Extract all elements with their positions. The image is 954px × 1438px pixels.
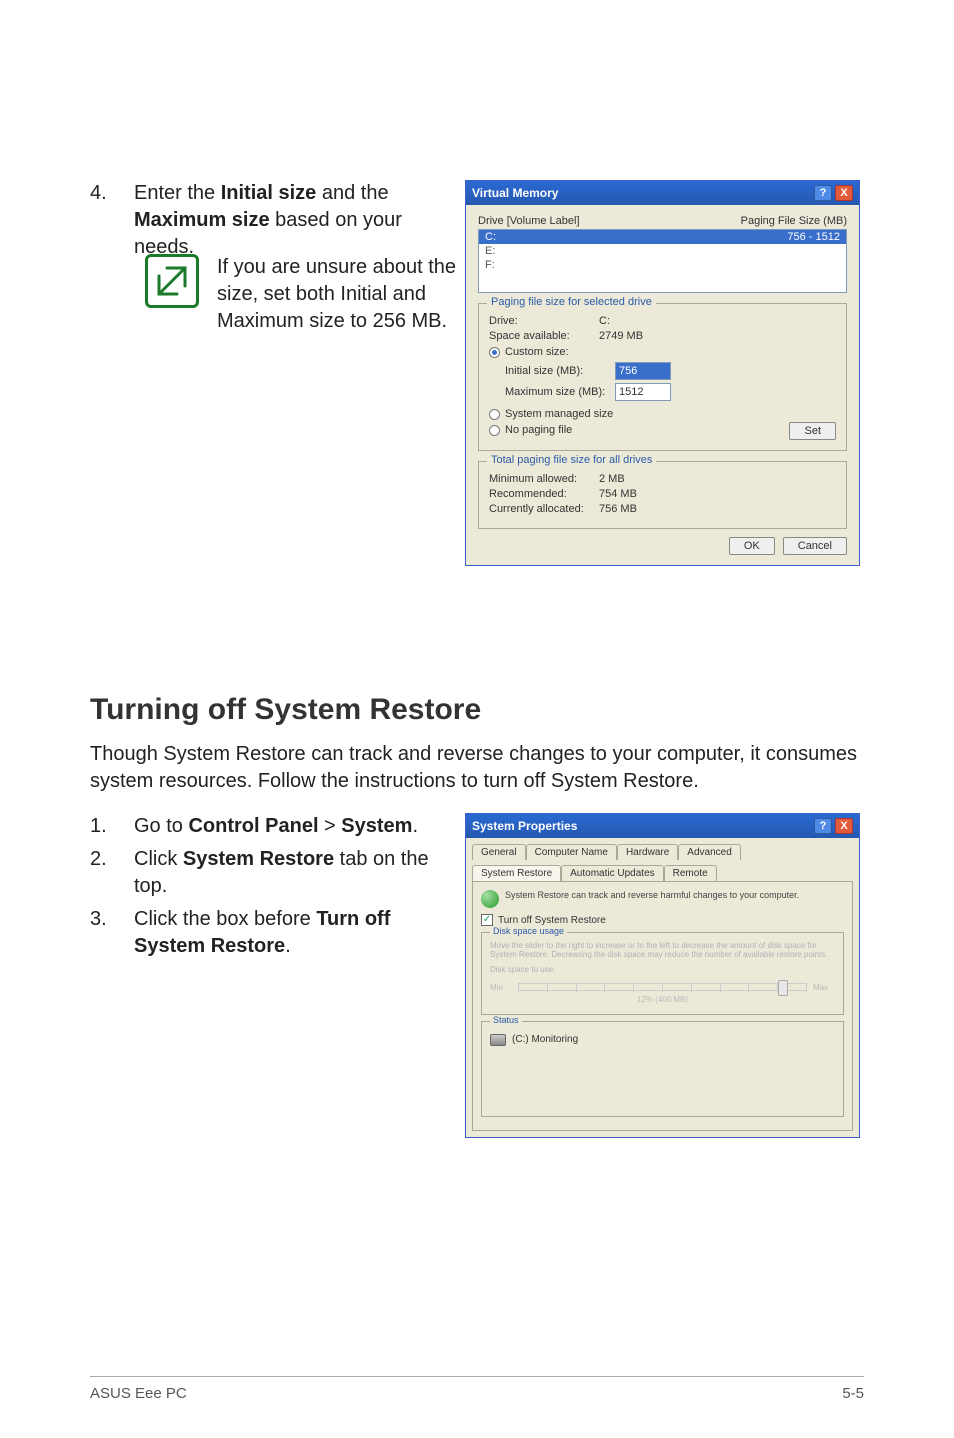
group-disk-space: Disk space usage Move the slider to the … (481, 932, 844, 1015)
tab-row-1: General Computer Name Hardware Advanced (472, 844, 853, 860)
tab-computer-name[interactable]: Computer Name (526, 844, 617, 860)
close-icon[interactable]: X (835, 818, 853, 834)
cur-label: Currently allocated: (489, 503, 599, 515)
maximum-size-input[interactable]: 1512 (615, 383, 671, 401)
radio-no-paging[interactable]: No paging file (489, 424, 613, 436)
section-heading: Turning off System Restore (90, 693, 864, 727)
vm-title: Virtual Memory (472, 186, 558, 200)
min-label: Minimum allowed: (489, 473, 599, 485)
group-total: Total paging file size for all drives Mi… (478, 461, 847, 529)
slider-knob[interactable] (778, 980, 788, 996)
drive-row-f[interactable]: F: (479, 258, 846, 272)
sp-title: System Properties (472, 819, 577, 833)
slider-max: Max (813, 983, 835, 992)
drive-value: C: (599, 315, 610, 327)
footer-right: 5-5 (842, 1385, 864, 1402)
drive-row-c[interactable]: C:756 - 1512 (479, 230, 846, 244)
group-selected-drive: Paging file size for selected drive Driv… (478, 303, 847, 451)
drive-label: Drive: (489, 315, 599, 327)
turn-off-restore-checkbox[interactable]: Turn off System Restore (481, 914, 844, 926)
slider-min: Min (490, 983, 512, 992)
help-icon[interactable]: ? (814, 185, 832, 201)
min-value: 2 MB (599, 473, 625, 485)
step1-text: Go to Control Panel > System. (134, 813, 445, 840)
virtual-memory-dialog: Virtual Memory ? X Drive [Volume Label] … (465, 180, 860, 566)
tab-remote[interactable]: Remote (664, 865, 717, 881)
cur-value: 756 MB (599, 503, 637, 515)
disk-space-label: Disk space to use: (490, 965, 835, 974)
step3-text: Click the box before Turn off System Res… (134, 906, 445, 960)
sp-description: System Restore can track and reverse har… (505, 890, 799, 908)
system-properties-dialog: System Properties ? X General Computer N… (465, 813, 860, 1138)
radio-system-managed[interactable]: System managed size (489, 408, 613, 420)
tab-row-2: System Restore Automatic Updates Remote (472, 866, 853, 881)
group-status: Status (C:) Monitoring (481, 1021, 844, 1117)
initial-size-input[interactable]: 756 (615, 362, 671, 380)
set-button[interactable]: Set (789, 422, 836, 440)
restore-icon (481, 890, 499, 908)
footer-left: ASUS Eee PC (90, 1385, 187, 1402)
space-label: Space available: (489, 330, 599, 342)
disk-group-title: Disk space usage (490, 926, 567, 936)
step3-number: 3. (90, 906, 120, 960)
group2-title: Total paging file size for all drives (487, 454, 656, 466)
close-icon[interactable]: X (835, 185, 853, 201)
col-pagefile: Paging File Size (MB) (741, 215, 847, 227)
drive-list[interactable]: C:756 - 1512 E: F: (478, 229, 847, 293)
drive-icon (490, 1034, 506, 1046)
step1-number: 1. (90, 813, 120, 840)
radio-custom-size[interactable]: Custom size: (489, 346, 836, 358)
help-icon[interactable]: ? (814, 818, 832, 834)
drive-row-e[interactable]: E: (479, 244, 846, 258)
cancel-button[interactable]: Cancel (783, 537, 847, 555)
tab-hardware[interactable]: Hardware (617, 844, 678, 860)
initial-size-label: Initial size (MB): (505, 365, 615, 377)
step4-text: Enter the Initial size and the Maximum s… (134, 180, 445, 261)
space-value: 2749 MB (599, 330, 643, 342)
step2-number: 2. (90, 846, 120, 900)
status-item: (C:) Monitoring (512, 1034, 578, 1045)
step4-number: 4. (90, 180, 120, 261)
group1-title: Paging file size for selected drive (487, 296, 656, 308)
tab-advanced[interactable]: Advanced (678, 844, 740, 860)
status-group-title: Status (490, 1015, 522, 1025)
disk-space-slider[interactable]: Min Max (490, 983, 835, 992)
note-icon (145, 254, 199, 308)
maximum-size-label: Maximum size (MB): (505, 386, 615, 398)
step2-text: Click System Restore tab on the top. (134, 846, 445, 900)
ok-button[interactable]: OK (729, 537, 775, 555)
rec-value: 754 MB (599, 488, 637, 500)
rec-label: Recommended: (489, 488, 599, 500)
tab-automatic-updates[interactable]: Automatic Updates (561, 865, 664, 881)
note-text: If you are unsure about the size, set bo… (217, 254, 500, 335)
col-drive: Drive [Volume Label] (478, 215, 580, 227)
tab-general[interactable]: General (472, 844, 526, 860)
section-intro: Though System Restore can track and reve… (90, 741, 864, 795)
disk-desc: Move the slider to the right to increase… (490, 941, 835, 959)
tab-system-restore[interactable]: System Restore (472, 865, 561, 881)
